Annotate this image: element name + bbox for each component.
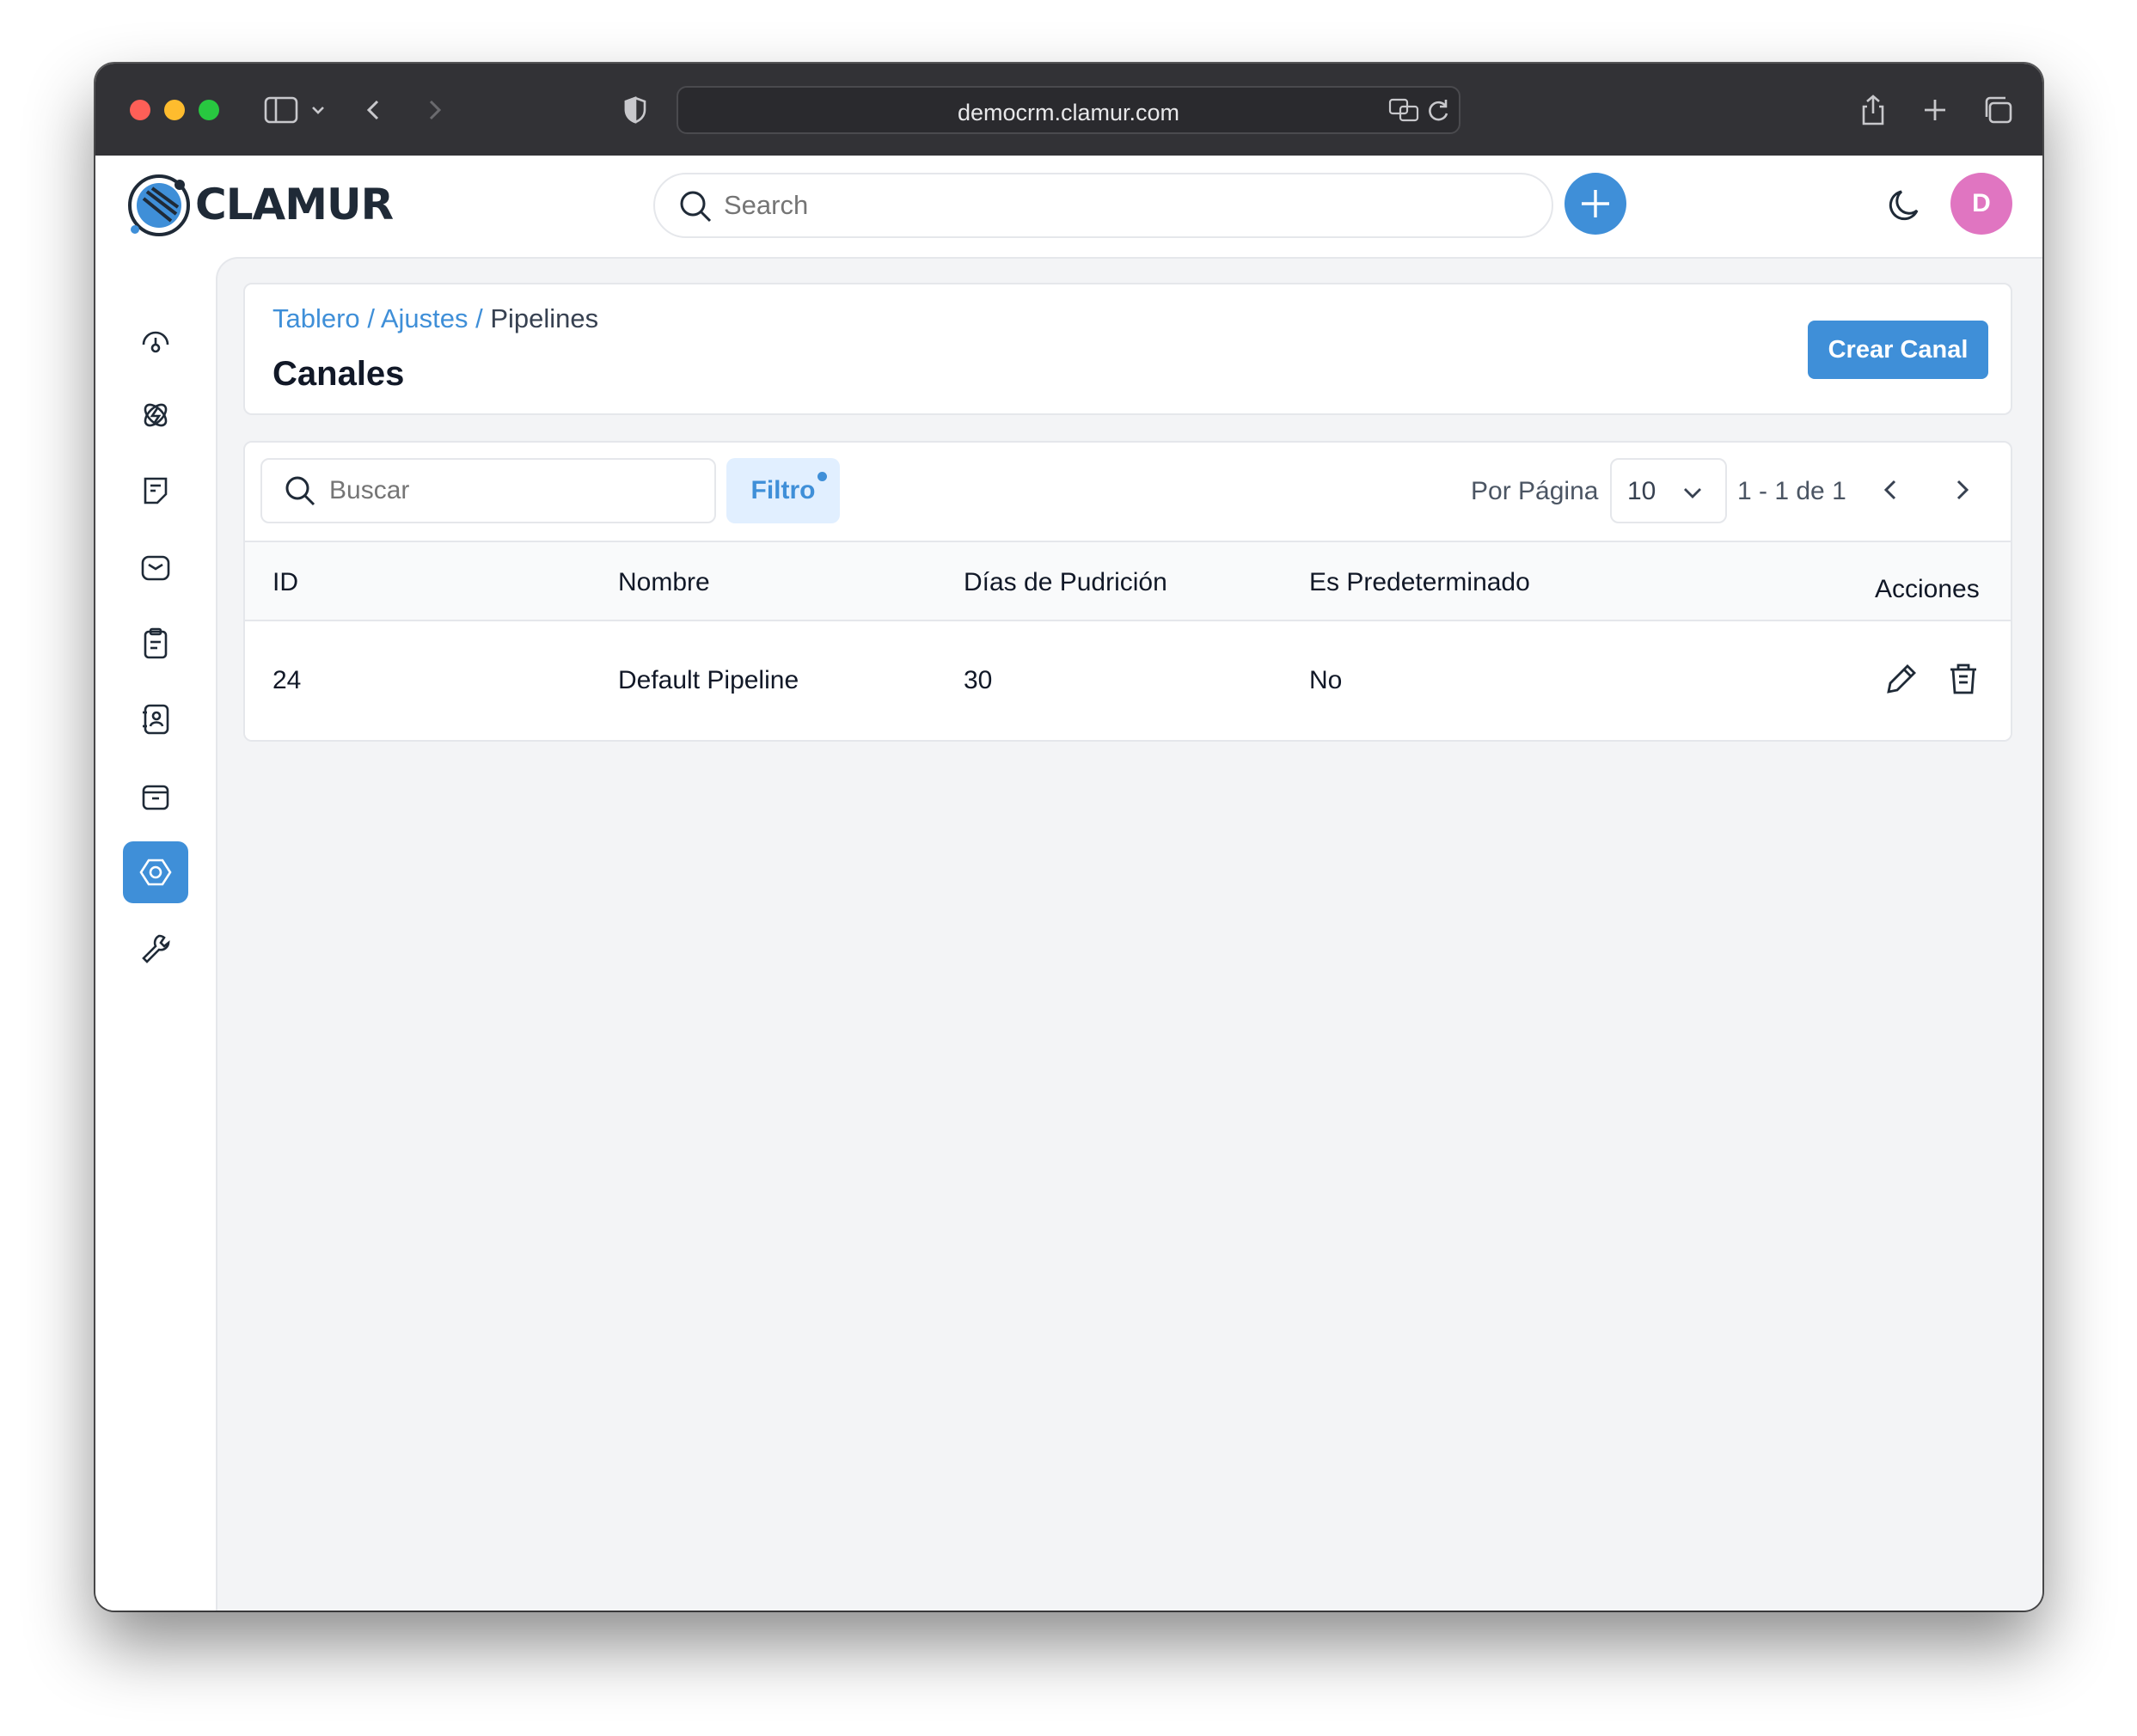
global-search-input[interactable] (724, 186, 1497, 224)
breadcrumb-current: Pipelines (490, 303, 599, 333)
sidebar-item-leads[interactable] (123, 384, 188, 446)
prev-page-button[interactable] (1870, 468, 1913, 511)
per-page-value: 10 (1627, 477, 1656, 505)
sidebar-item-mail[interactable] (123, 537, 188, 599)
logo-icon[interactable] (126, 173, 192, 238)
pencil-icon (1887, 664, 1916, 694)
browser-titlebar: democrm.clamur.com (95, 64, 2042, 156)
table-search[interactable] (260, 458, 716, 523)
breadcrumb: Tablero / Ajustes / Pipelines (272, 303, 598, 334)
table-header: ID Nombre Días de Pudrición Es Predeterm… (245, 541, 2011, 621)
breadcrumb-link-settings[interactable]: Ajustes (381, 303, 468, 333)
cell-name: Default Pipeline (618, 666, 799, 694)
sidebar-toggle-icon[interactable] (260, 89, 302, 131)
chevron-down-icon (1684, 488, 1701, 498)
settings-icon (139, 859, 172, 886)
reload-icon[interactable] (1418, 89, 1459, 131)
table-search-input[interactable] (329, 474, 690, 508)
close-window-button[interactable] (130, 100, 150, 120)
trash-icon (1950, 663, 1976, 694)
maximize-window-button[interactable] (199, 100, 219, 120)
global-search[interactable] (653, 173, 1553, 238)
products-icon (142, 785, 169, 810)
wrench-icon (142, 934, 170, 963)
sidebar (95, 257, 216, 1611)
new-tab-icon[interactable] (1914, 89, 1956, 131)
filter-button[interactable]: Filtro (726, 458, 840, 523)
quick-create-button[interactable] (1564, 173, 1626, 235)
sidebar-item-dashboard[interactable] (123, 309, 188, 370)
app-header: CLAMUR D (95, 156, 2042, 257)
pagination-info: 1 - 1 de 1 (1737, 477, 1846, 505)
address-bar[interactable]: democrm.clamur.com (677, 86, 1460, 134)
sidebar-item-quotes[interactable] (123, 460, 188, 522)
chevron-right-icon (1956, 480, 1969, 500)
sidebar-item-contacts[interactable] (123, 688, 188, 750)
per-page-select[interactable]: 10 (1610, 458, 1727, 523)
dark-mode-toggle[interactable] (1884, 185, 1926, 226)
dashboard-icon (142, 331, 169, 353)
leads-icon (144, 403, 168, 427)
column-header-rotten-days[interactable]: Días de Pudrición (964, 568, 1167, 597)
tab-overview-icon[interactable] (1978, 89, 2019, 131)
sidebar-item-configuration[interactable] (123, 917, 188, 979)
mail-icon (141, 555, 170, 581)
browser-window: democrm.clamur.com CLAMUR Search D Table… (95, 64, 2042, 1611)
breadcrumb-link-dashboard[interactable]: Tablero (272, 303, 360, 333)
cell-id: 24 (272, 666, 302, 694)
url-text: democrm.clamur.com (957, 100, 1180, 125)
cell-is-default: No (1309, 666, 1343, 694)
forward-icon[interactable] (413, 89, 455, 131)
sidebar-item-products[interactable] (123, 766, 188, 828)
column-header-id[interactable]: ID (272, 568, 298, 597)
chevron-left-icon (1883, 480, 1896, 500)
column-header-actions: Acciones (1875, 575, 1980, 603)
next-page-button[interactable] (1940, 468, 1983, 511)
minimize-window-button[interactable] (164, 100, 185, 120)
activities-icon (144, 627, 168, 659)
filter-indicator-dot (817, 472, 827, 481)
create-pipeline-button[interactable]: Crear Canal (1808, 321, 1988, 379)
chevron-down-icon[interactable] (305, 89, 331, 131)
logo-text: CLAMUR (195, 180, 394, 229)
delete-button[interactable] (1945, 661, 1981, 697)
sidebar-item-settings[interactable] (123, 841, 188, 903)
edit-button[interactable] (1883, 661, 1920, 697)
breadcrumb-separator: / (367, 303, 381, 333)
table-row: 24 Default Pipeline 30 No (245, 621, 2011, 740)
sidebar-item-activities[interactable] (123, 613, 188, 675)
breadcrumb-separator: / (475, 303, 491, 333)
page-title: Canales (272, 355, 405, 393)
shield-icon[interactable] (615, 89, 656, 131)
back-icon[interactable] (353, 89, 395, 131)
column-header-is-default[interactable]: Es Predeterminado (1309, 568, 1530, 597)
search-icon (680, 191, 712, 223)
search-icon (285, 476, 315, 506)
cell-rotten-days: 30 (964, 666, 993, 694)
main-content: Tablero / Ajustes / Pipelines Canales Cr… (216, 257, 2042, 1611)
contacts-icon (143, 704, 169, 735)
pipelines-table-card: Filtro Por Página 10 1 - 1 de 1 (243, 441, 2012, 742)
per-page-label: Por Página (1471, 477, 1599, 505)
moon-icon (1889, 190, 1919, 221)
column-header-name[interactable]: Nombre (618, 568, 710, 597)
page-header-card: Tablero / Ajustes / Pipelines Canales Cr… (243, 283, 2012, 415)
plus-icon (1582, 190, 1609, 217)
user-avatar[interactable]: D (1950, 173, 2012, 235)
quotes-icon (144, 477, 168, 504)
share-icon[interactable] (1852, 89, 1894, 131)
